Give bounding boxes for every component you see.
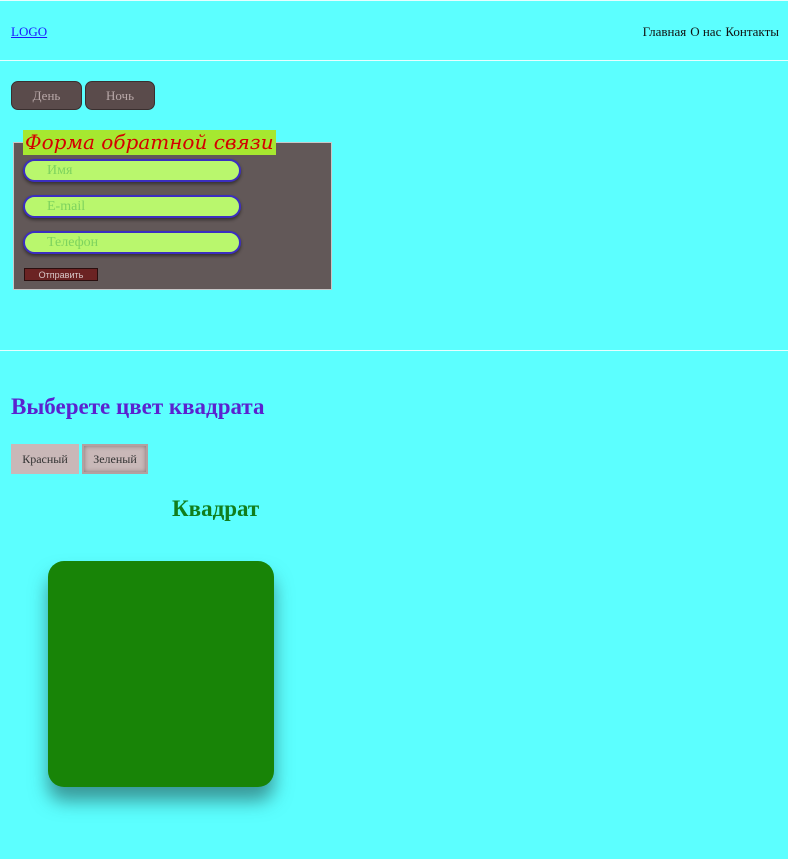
red-color-button[interactable]: Красный (11, 444, 79, 474)
submit-button[interactable]: Отправить (24, 268, 98, 281)
email-input[interactable]: E-mail (23, 195, 241, 218)
form-title: Форма обратной связи (23, 130, 276, 155)
nav-item-home[interactable]: Главная (643, 24, 687, 40)
main-nav: Главная О нас Контакты (643, 24, 779, 40)
night-theme-button[interactable]: Ночь (85, 81, 155, 110)
nav-item-contacts[interactable]: Контакты (725, 24, 779, 40)
phone-input[interactable]: Телефон (23, 231, 241, 254)
logo-link[interactable]: LOGO (11, 24, 47, 40)
day-theme-button[interactable]: День (11, 81, 82, 110)
name-input[interactable]: Имя (23, 159, 241, 182)
color-square (48, 561, 274, 787)
square-title: Квадрат (172, 496, 260, 521)
nav-item-about[interactable]: О нас (690, 24, 721, 40)
color-picker-heading: Выберете цвет квадрата (11, 394, 265, 419)
header: LOGO Главная О нас Контакты (0, 0, 788, 61)
page: LOGO Главная О нас Контакты День Ночь Фо… (0, 0, 788, 859)
green-color-button[interactable]: Зеленый (82, 444, 148, 474)
section-divider (0, 350, 788, 351)
